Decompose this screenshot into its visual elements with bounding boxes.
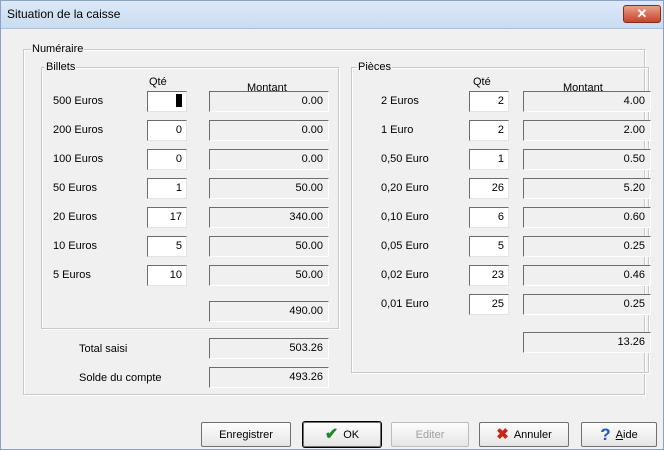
pieces-row-label: 2 Euros <box>381 95 419 107</box>
billets-amount-field: 50.00 <box>209 265 329 286</box>
total-saisi-label: Total saisi <box>79 343 128 355</box>
text-caret <box>176 93 182 107</box>
billets-row-label: 10 Euros <box>53 240 98 252</box>
billets-row-label: 50 Euros <box>53 182 98 194</box>
close-icon: ✕ <box>636 6 648 21</box>
billets-legend: Billets <box>45 61 77 73</box>
billets-amount-field: 50.00 <box>209 178 329 199</box>
title-bar: Situation de la caisse ✕ <box>1 1 663 29</box>
pieces-qty-input[interactable]: 26 <box>469 178 509 199</box>
numeraire-legend: Numéraire <box>31 43 85 55</box>
billets-row-label: 100 Euros <box>53 153 104 165</box>
pieces-amount-field: 0.60 <box>523 207 651 228</box>
billets-qty-input[interactable]: 5 <box>147 236 187 257</box>
billets-qty-input[interactable]: 0 <box>147 149 187 170</box>
pieces-row-label: 0,05 Euro <box>381 240 429 252</box>
pieces-row-label: 0,20 Euro <box>381 182 429 194</box>
pieces-row-label: 1 Euro <box>381 124 414 136</box>
editer-label: Editer <box>415 428 445 441</box>
billets-qty-header: Qté <box>149 76 167 88</box>
annuler-button[interactable]: ✖ Annuler <box>479 422 569 447</box>
billets-amount-field: 0.00 <box>209 120 329 141</box>
pieces-qty-input[interactable]: 5 <box>469 236 509 257</box>
help-icon: ? <box>600 424 611 444</box>
billets-row-label: 500 Euros <box>53 95 104 107</box>
solde-label: Solde du compte <box>79 372 162 384</box>
pieces-row-label: 0,50 Euro <box>381 153 429 165</box>
pieces-amount-field: 0.46 <box>523 265 651 286</box>
billets-qty-input[interactable]: 10 <box>147 265 187 286</box>
ok-label: OK <box>343 428 360 441</box>
billets-amount-field: 0.00 <box>209 91 329 112</box>
pieces-qty-input[interactable]: 23 <box>469 265 509 286</box>
billets-subtotal: 490.00 <box>209 301 329 322</box>
pieces-qty-input[interactable]: 1 <box>469 149 509 170</box>
pieces-amount-field: 4.00 <box>523 91 651 112</box>
total-saisi-value: 503.26 <box>209 338 329 359</box>
billets-amount-field: 340.00 <box>209 207 329 228</box>
cash-situation-dialog: Situation de la caisse ✕ Numéraire Bille… <box>0 0 664 450</box>
close-button[interactable]: ✕ <box>623 5 661 23</box>
billets-amount-field: 50.00 <box>209 236 329 257</box>
pieces-amount-field: 0.50 <box>523 149 651 170</box>
pieces-row-label: 0,01 Euro <box>381 298 429 310</box>
annuler-label: Annuler <box>513 428 552 441</box>
billets-row-label: 5 Euros <box>53 269 91 281</box>
pieces-qty-input[interactable]: 2 <box>469 120 509 141</box>
enregistrer-label: Enregistrer <box>219 428 273 441</box>
pieces-row-label: 0,02 Euro <box>381 269 429 281</box>
pieces-legend: Pièces <box>357 61 393 73</box>
billets-qty-input[interactable]: 1 <box>147 178 187 199</box>
pieces-amount-field: 5.20 <box>523 178 651 199</box>
pieces-qty-input[interactable]: 25 <box>469 294 509 315</box>
pieces-qty-input[interactable]: 6 <box>469 207 509 228</box>
aide-button[interactable]: ? Aide <box>581 422 657 447</box>
pieces-amount-field: 0.25 <box>523 294 651 315</box>
solde-value: 493.26 <box>209 367 329 388</box>
pieces-row-label: 0,10 Euro <box>381 211 429 223</box>
pieces-amount-field: 2.00 <box>523 120 651 141</box>
pieces-qty-header: Qté <box>473 76 491 88</box>
enregistrer-button[interactable]: Enregistrer <box>201 422 291 447</box>
billets-qty-input[interactable]: 0 <box>147 120 187 141</box>
billets-row-label: 200 Euros <box>53 124 104 136</box>
aide-label: Aide <box>615 428 638 441</box>
billets-qty-input[interactable]: 17 <box>147 207 187 228</box>
cross-icon: ✖ <box>496 425 509 443</box>
ok-button[interactable]: ✔ OK <box>303 422 381 447</box>
pieces-amount-field: 0.25 <box>523 236 651 257</box>
check-icon: ✔ <box>324 425 339 443</box>
billets-amount-field: 0.00 <box>209 149 329 170</box>
billets-row-label: 20 Euros <box>53 211 98 223</box>
window-title: Situation de la caisse <box>7 7 121 21</box>
billets-qty-input[interactable] <box>147 91 187 112</box>
editer-button[interactable]: Editer <box>391 422 469 447</box>
pieces-subtotal: 13.26 <box>523 332 651 353</box>
pieces-qty-input[interactable]: 2 <box>469 91 509 112</box>
